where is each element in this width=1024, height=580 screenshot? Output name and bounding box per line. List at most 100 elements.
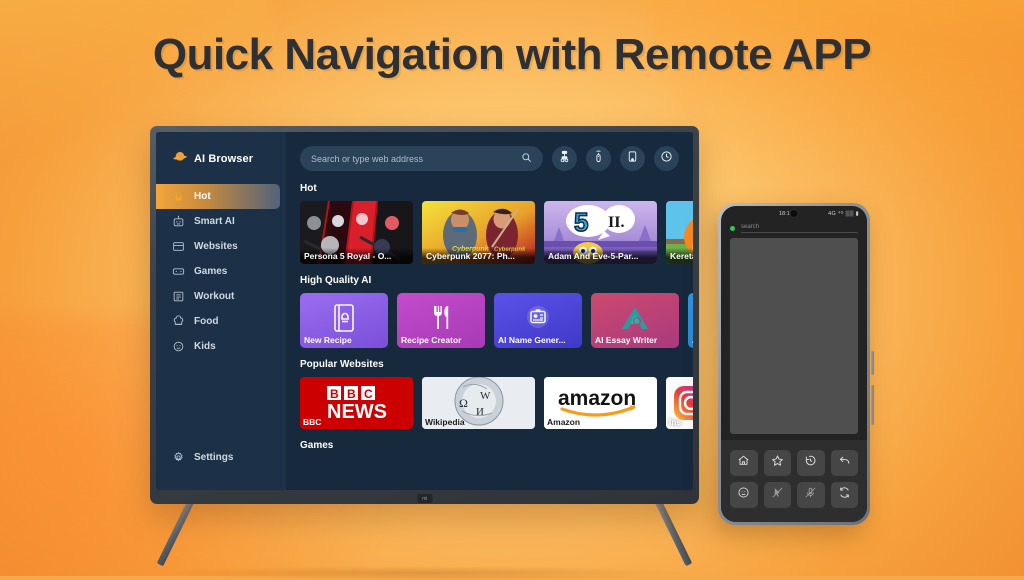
sidebar-item-food[interactable]: Food [156, 309, 280, 334]
tile-label: AI Name Gener... [498, 335, 566, 345]
remote-control-row-2 [730, 482, 858, 508]
tv-brand-logo-text: mi [422, 495, 427, 502]
settings-button[interactable] [730, 482, 758, 508]
tile-adam-and-eve[interactable]: 5 II. Adam And Eve-5-Par... [544, 201, 657, 264]
remote-button[interactable] [586, 146, 611, 171]
touchpad-area[interactable] [730, 238, 858, 434]
sidebar-item-hot[interactable]: Hot [156, 184, 280, 209]
sidebar-settings-label: Settings [194, 452, 234, 463]
robot-icon [172, 215, 185, 228]
main-content: Search or type web address Hot Persona 5… [286, 132, 693, 490]
tv-frame: mi AI Browser Hot Smart AI Websites Game… [150, 126, 699, 504]
phone-status-bar: 18:16 4G ⁴ᴳ ▒▒ ▮ [721, 206, 867, 221]
tile-ai-essay-writer[interactable]: AI Essay Writer [591, 293, 679, 348]
voice-toggle-button[interactable] [797, 482, 825, 508]
refresh-button[interactable] [830, 482, 858, 508]
tile-new-recipe[interactable]: New Recipe [300, 293, 388, 348]
tile-instagram[interactable]: Ins [666, 377, 693, 429]
bookmark-icon [626, 150, 639, 168]
sidebar-item-label: Workout [194, 291, 235, 302]
svg-text:B: B [347, 387, 356, 401]
tile-keretapi[interactable]: Keretapi [666, 201, 693, 264]
search-placeholder: Search or type web address [311, 153, 424, 164]
sidebar-item-kids[interactable]: Kids [156, 334, 280, 359]
sidebar-item-label: Games [194, 266, 228, 277]
tv-screen: AI Browser Hot Smart AI Websites Games W… [156, 132, 693, 490]
gear-icon [172, 451, 185, 464]
phone-volume-button[interactable] [871, 351, 874, 375]
history-button[interactable] [654, 146, 679, 171]
tile-label: BBC [303, 417, 322, 427]
svg-text:Ω: Ω [459, 396, 468, 410]
tile-wikipedia[interactable]: Ω W И Wikipedia [422, 377, 535, 429]
svg-text:W: W [480, 390, 491, 402]
sidebar-item-workout[interactable]: Workout [156, 284, 280, 309]
tv-shadow [155, 566, 695, 580]
refresh-icon [838, 486, 851, 504]
phone-device: 18:16 4G ⁴ᴳ ▒▒ ▮ search [718, 203, 874, 525]
sidebar-item-games[interactable]: Games [156, 259, 280, 284]
tile-cyberpunk[interactable]: Cyberpunk Cyberpunk Cyberpunk 2077: Ph..… [422, 201, 535, 264]
history-icon [804, 454, 817, 472]
tile-amazon[interactable]: amazon Amazon [544, 377, 657, 429]
bookmark-button[interactable] [620, 146, 645, 171]
phone-search-input[interactable]: search [741, 224, 858, 233]
remote-control-icon [592, 150, 605, 168]
mouse-toggle-button[interactable] [763, 482, 791, 508]
section-title-games: Games [300, 440, 334, 451]
search-input[interactable]: Search or type web address [300, 146, 543, 171]
tile-bbc-news[interactable]: B B C NEWS BBC [300, 377, 413, 429]
sidebar-item-label: Websites [194, 241, 238, 252]
back-button[interactable] [830, 450, 858, 476]
home-icon [737, 454, 750, 472]
tile-persona5[interactable]: Persona 5 Royal - O... [300, 201, 413, 264]
mouse-cursor-icon [558, 150, 571, 168]
home-button[interactable] [730, 450, 758, 476]
remote-control-panel [721, 440, 867, 522]
star-icon [771, 454, 784, 472]
sidebar-item-smart-ai[interactable]: Smart AI [156, 209, 280, 234]
section-title-high-quality-ai: High Quality AI [300, 275, 372, 286]
phone-power-button[interactable] [871, 385, 874, 425]
mouse-mode-button[interactable] [552, 146, 577, 171]
sidebar-item-label: Smart AI [194, 216, 235, 227]
tile-ai-name-generator[interactable]: AI Name Gener... [494, 293, 582, 348]
tile-label: Recipe Creator [401, 335, 462, 345]
mouse-off-icon [771, 486, 784, 504]
tv-brand-logo: mi [417, 494, 432, 503]
svg-text:NEWS: NEWS [327, 401, 387, 423]
tile-label: Ins [669, 417, 682, 427]
phone-camera-notch [789, 209, 799, 218]
triangle-a-icon [620, 305, 650, 336]
tile-recipe-creator[interactable]: Recipe Creator [397, 293, 485, 348]
svg-text:И: И [476, 406, 484, 418]
tile-label: New Recipe [304, 335, 352, 345]
history-button[interactable] [797, 450, 825, 476]
back-arrow-icon [838, 454, 851, 472]
remote-control-row-1 [730, 450, 858, 476]
tile-label: AI Essay Writer [595, 335, 658, 345]
sidebar-item-settings[interactable]: Settings [156, 445, 286, 470]
tile-label: Wikipedia [425, 417, 465, 427]
window-icon [172, 240, 185, 253]
sidebar-item-websites[interactable]: Websites [156, 234, 280, 259]
brand-label: AI Browser [194, 153, 254, 165]
section-title-popular-websites: Popular Websites [300, 359, 384, 370]
svg-text:C: C [364, 387, 373, 401]
tile-label: Cyberpunk 2077: Ph... [422, 248, 535, 264]
tile-row-hot: Persona 5 Royal - O... Cyberpunk 2077: P… [300, 201, 693, 264]
tile-ai-partial[interactable]: A [688, 293, 693, 348]
phone-screen: 18:16 4G ⁴ᴳ ▒▒ ▮ search [721, 206, 867, 522]
search-icon [521, 150, 532, 168]
top-bar: Search or type web address [300, 146, 693, 171]
sidebar: AI Browser Hot Smart AI Websites Games W… [156, 132, 286, 490]
favorites-button[interactable] [763, 450, 791, 476]
svg-text:5: 5 [574, 207, 588, 237]
voice-off-icon [804, 486, 817, 504]
brand-logo[interactable]: AI Browser [156, 146, 286, 172]
tile-label: Adam And Eve-5-Par... [544, 248, 657, 264]
sidebar-item-label: Food [194, 316, 219, 327]
settings-face-icon [737, 486, 750, 504]
tile-label: Keretapi [666, 248, 693, 264]
sidebar-item-label: Kids [194, 341, 216, 352]
